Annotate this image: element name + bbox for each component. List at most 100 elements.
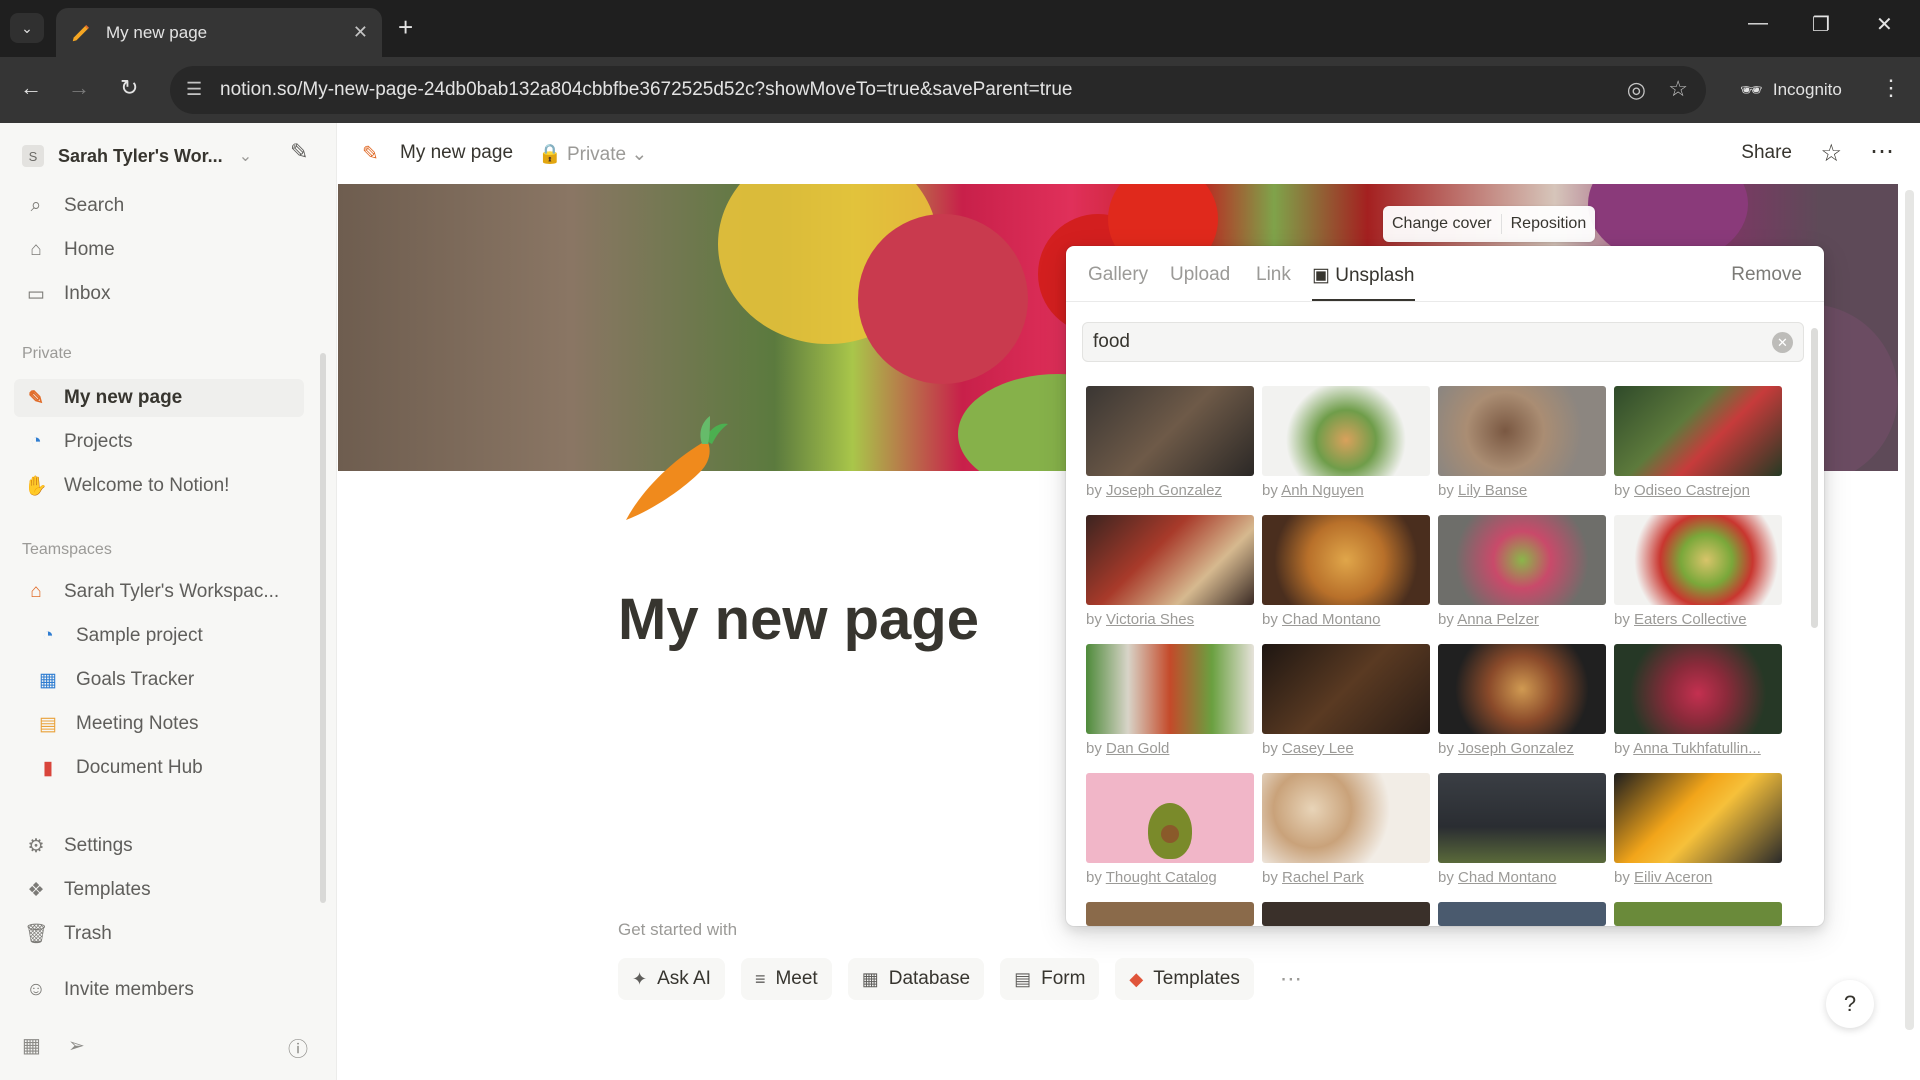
invite-members-button[interactable]: ☺ Invite members bbox=[14, 971, 304, 1009]
sidebar-item-teamspace[interactable]: ⌂ Sarah Tyler's Workspac... bbox=[14, 573, 304, 611]
sidebar-scrollbar[interactable] bbox=[320, 353, 326, 903]
form-button[interactable]: ▤ Form bbox=[1000, 958, 1100, 1000]
sidebar-item-goals-tracker[interactable]: ▦ Goals Tracker bbox=[26, 661, 316, 699]
forward-icon[interactable]: → bbox=[68, 75, 90, 101]
share-button[interactable]: Share bbox=[1741, 142, 1792, 164]
send-icon[interactable]: ➢ bbox=[68, 1033, 85, 1058]
photo-tile[interactable]: by Lily Banse bbox=[1438, 386, 1606, 499]
photo-thumbnail[interactable] bbox=[1614, 773, 1782, 863]
change-cover-button[interactable]: Change cover bbox=[1383, 215, 1501, 233]
privacy-badge[interactable]: 🔒 Private ⌄ bbox=[538, 142, 647, 166]
photo-tile[interactable]: by Anna Pelzer bbox=[1438, 515, 1606, 628]
photo-thumbnail[interactable] bbox=[1086, 644, 1254, 734]
back-icon[interactable]: ← bbox=[20, 75, 42, 101]
photo-tile[interactable] bbox=[1262, 902, 1430, 926]
author-link[interactable]: Eiliv Aceron bbox=[1634, 869, 1712, 886]
browser-menu-icon[interactable]: ⋮ bbox=[1880, 75, 1902, 101]
sidebar-item-inbox[interactable]: ▭ Inbox bbox=[14, 275, 304, 313]
photo-thumbnail[interactable] bbox=[1438, 773, 1606, 863]
eye-off-icon[interactable]: ◎ bbox=[1627, 77, 1646, 103]
author-link[interactable]: Chad Montano bbox=[1458, 869, 1556, 886]
sidebar-item-templates[interactable]: ❖ Templates bbox=[14, 871, 304, 909]
bookmark-star-icon[interactable]: ☆ bbox=[1668, 76, 1688, 102]
tab-list-button[interactable]: ⌄ bbox=[10, 13, 44, 43]
photo-tile[interactable]: by Eiliv Aceron bbox=[1614, 773, 1782, 886]
author-link[interactable]: Dan Gold bbox=[1106, 740, 1169, 757]
photo-thumbnail[interactable] bbox=[1438, 515, 1606, 605]
photo-thumbnail[interactable] bbox=[1086, 902, 1254, 926]
site-info-icon[interactable]: ☰ bbox=[186, 79, 202, 100]
author-link[interactable]: Thought Catalog bbox=[1106, 869, 1217, 886]
author-link[interactable]: Anna Tukhfatullin... bbox=[1633, 740, 1761, 757]
remove-cover-button[interactable]: Remove bbox=[1731, 264, 1802, 286]
more-options-icon[interactable]: ⋯ bbox=[1870, 137, 1894, 166]
tab-upload[interactable]: Upload bbox=[1170, 264, 1230, 286]
favorite-star-icon[interactable]: ☆ bbox=[1820, 139, 1842, 168]
photo-thumbnail[interactable] bbox=[1262, 773, 1430, 863]
photo-tile[interactable]: by Anna Tukhfatullin... bbox=[1614, 644, 1782, 757]
author-link[interactable]: Eaters Collective bbox=[1634, 611, 1747, 628]
photo-tile[interactable]: by Joseph Gonzalez bbox=[1438, 644, 1606, 757]
author-link[interactable]: Rachel Park bbox=[1282, 869, 1364, 886]
photo-tile[interactable]: by Chad Montano bbox=[1262, 515, 1430, 628]
photo-tile[interactable]: by Eaters Collective bbox=[1614, 515, 1782, 628]
tab-gallery[interactable]: Gallery bbox=[1088, 264, 1148, 286]
new-page-icon[interactable]: ✎ bbox=[290, 139, 308, 165]
photo-tile[interactable]: by Dan Gold bbox=[1086, 644, 1254, 757]
author-link[interactable]: Joseph Gonzalez bbox=[1106, 482, 1222, 499]
incognito-badge[interactable]: 🕶 Incognito bbox=[1722, 66, 1860, 114]
author-link[interactable]: Anna Pelzer bbox=[1457, 611, 1539, 628]
photo-thumbnail[interactable] bbox=[1614, 902, 1782, 926]
page-title[interactable]: My new page bbox=[618, 586, 979, 653]
minimize-icon[interactable]: — bbox=[1748, 12, 1768, 35]
photo-thumbnail[interactable] bbox=[1086, 386, 1254, 476]
reload-icon[interactable]: ↻ bbox=[120, 75, 138, 101]
tab-unsplash[interactable]: ▣ Unsplash bbox=[1312, 264, 1414, 287]
photo-thumbnail[interactable] bbox=[1262, 386, 1430, 476]
photo-thumbnail[interactable] bbox=[1614, 515, 1782, 605]
photo-thumbnail[interactable] bbox=[1262, 644, 1430, 734]
author-link[interactable]: Anh Nguyen bbox=[1281, 482, 1364, 499]
sidebar-item-sample-project[interactable]: ◔ Sample project bbox=[26, 617, 316, 655]
workspace-switcher[interactable]: S Sarah Tyler's Wor... ⌄ bbox=[22, 139, 322, 173]
ask-ai-button[interactable]: ✦ Ask AI bbox=[618, 958, 725, 1000]
private-section-label[interactable]: Private bbox=[22, 345, 72, 363]
author-link[interactable]: Casey Lee bbox=[1282, 740, 1354, 757]
author-link[interactable]: Joseph Gonzalez bbox=[1458, 740, 1574, 757]
photo-thumbnail[interactable] bbox=[1438, 644, 1606, 734]
clear-search-icon[interactable]: ✕ bbox=[1772, 332, 1793, 353]
photo-thumbnail[interactable] bbox=[1262, 902, 1430, 926]
photo-tile[interactable]: by Rachel Park bbox=[1262, 773, 1430, 886]
restore-icon[interactable]: ❐ bbox=[1812, 12, 1830, 37]
templates-button[interactable]: ◆ Templates bbox=[1115, 958, 1254, 1000]
author-link[interactable]: Victoria Shes bbox=[1106, 611, 1194, 628]
photo-thumbnail[interactable] bbox=[1086, 515, 1254, 605]
photo-tile[interactable]: by Anh Nguyen bbox=[1262, 386, 1430, 499]
sidebar-item-home[interactable]: ⌂ Home bbox=[14, 231, 304, 269]
close-tab-icon[interactable]: ✕ bbox=[353, 22, 368, 43]
photo-thumbnail[interactable] bbox=[1086, 773, 1254, 863]
sidebar-item-projects[interactable]: ◔ Projects bbox=[14, 423, 304, 461]
window-close-icon[interactable]: ✕ bbox=[1876, 12, 1893, 37]
sidebar-item-my-new-page[interactable]: ✎ My new page bbox=[14, 379, 304, 417]
browser-tab[interactable]: My new page ✕ bbox=[56, 8, 382, 57]
picker-scrollbar[interactable] bbox=[1811, 328, 1818, 628]
unsplash-search-input[interactable]: food ✕ bbox=[1082, 322, 1804, 362]
photo-thumbnail[interactable] bbox=[1262, 515, 1430, 605]
photo-tile[interactable]: by Thought Catalog bbox=[1086, 773, 1254, 886]
tab-link[interactable]: Link bbox=[1256, 264, 1291, 286]
page-scrollbar[interactable] bbox=[1905, 190, 1914, 1030]
photo-thumbnail[interactable] bbox=[1614, 644, 1782, 734]
new-tab-button[interactable]: + bbox=[398, 14, 413, 40]
teamspaces-section-label[interactable]: Teamspaces bbox=[22, 541, 112, 559]
breadcrumb-page-title[interactable]: My new page bbox=[400, 142, 513, 164]
database-button[interactable]: ▦ Database bbox=[847, 958, 985, 1000]
meet-button[interactable]: ≡ Meet bbox=[740, 958, 832, 1000]
sidebar-item-meeting-notes[interactable]: ▤ Meeting Notes bbox=[26, 705, 316, 743]
photo-tile[interactable]: by Odiseo Castrejon bbox=[1614, 386, 1782, 499]
photo-thumbnail[interactable] bbox=[1438, 902, 1606, 926]
carrot-icon[interactable] bbox=[612, 410, 732, 530]
sidebar-item-trash[interactable]: 🗑 Trash bbox=[14, 915, 304, 953]
photo-tile[interactable] bbox=[1614, 902, 1782, 926]
sidebar-item-document-hub[interactable]: ▮ Document Hub bbox=[26, 749, 316, 787]
